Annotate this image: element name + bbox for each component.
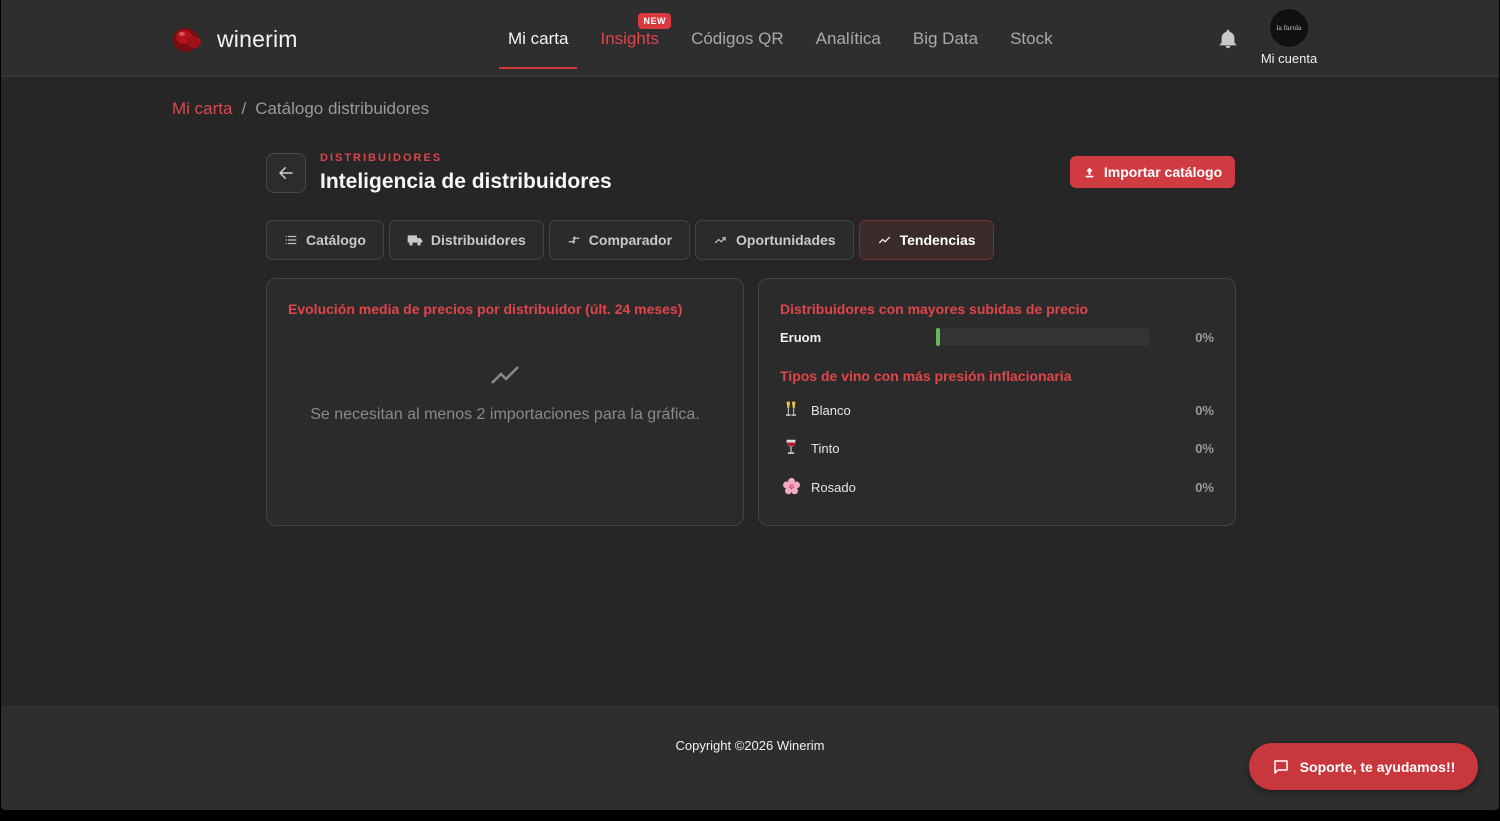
tab-tendencias[interactable]: Tendencias bbox=[858, 220, 994, 260]
price-increases-card: Distribuidores con mayores subidas de pr… bbox=[758, 278, 1236, 526]
breadcrumb: Mi carta / Catálogo distribuidores bbox=[172, 99, 429, 119]
compare-arrows-icon bbox=[568, 236, 580, 244]
tab-distribuidores[interactable]: Distribuidores bbox=[388, 220, 544, 260]
support-label: Soporte, te ayudamos!! bbox=[1299, 758, 1456, 775]
breadcrumb-separator: / bbox=[241, 99, 247, 118]
list-icon bbox=[285, 235, 297, 245]
wine-glass-icon bbox=[782, 438, 802, 458]
tab-oportunidades[interactable]: Oportunidades bbox=[695, 220, 854, 260]
increase-bar bbox=[936, 328, 1150, 346]
nav-item-mi-carta[interactable]: Mi carta bbox=[499, 9, 578, 69]
app-window: winerim Mi carta NEW Insights Códigos QR… bbox=[1, 0, 1499, 810]
arrow-left-icon bbox=[279, 167, 293, 179]
nav-item-analitica[interactable]: Analítica bbox=[807, 9, 890, 69]
upload-icon bbox=[1085, 167, 1094, 177]
wine-type-row-tinto: Tinto 0% bbox=[780, 438, 1214, 460]
trend-line-icon bbox=[878, 236, 890, 244]
main-nav: Mi carta NEW Insights Códigos QR Analíti… bbox=[499, 0, 1076, 77]
account-label: Mi cuenta bbox=[1260, 51, 1318, 66]
tab-catalogo[interactable]: Catálogo bbox=[266, 220, 384, 260]
distributor-pct: 0% bbox=[1195, 330, 1214, 345]
price-evolution-title: Evolución media de precios por distribui… bbox=[288, 301, 683, 317]
nav-label: Mi carta bbox=[508, 28, 569, 48]
tab-comparador[interactable]: Comparador bbox=[548, 220, 691, 260]
new-badge: NEW bbox=[638, 12, 671, 29]
tab-label: Oportunidades bbox=[736, 232, 836, 248]
tab-label: Distribuidores bbox=[430, 232, 526, 248]
brand-logo[interactable]: winerim bbox=[171, 22, 298, 56]
tab-label: Catálogo bbox=[306, 232, 366, 248]
truck-icon bbox=[407, 235, 423, 246]
nav-item-insights[interactable]: NEW Insights bbox=[591, 9, 671, 69]
empty-chart-message: Se necesitan al menos 2 importaciones pa… bbox=[310, 406, 700, 423]
nav-label: Analítica bbox=[815, 28, 881, 48]
tab-bar: Catálogo Distribuidores Comparador Oport… bbox=[266, 220, 994, 260]
champagne-glasses-icon bbox=[782, 400, 802, 420]
page-title: Inteligencia de distribuidores bbox=[320, 170, 612, 193]
wine-heart-logo-icon bbox=[171, 22, 205, 56]
wine-type-name: Blanco bbox=[811, 403, 851, 418]
import-catalog-button[interactable]: Importar catálogo bbox=[1070, 156, 1235, 188]
bell-icon[interactable] bbox=[1217, 28, 1239, 50]
nav-label: Stock bbox=[1010, 28, 1053, 48]
increase-bar-fill bbox=[936, 328, 940, 346]
cherry-blossom-icon bbox=[782, 477, 802, 497]
avatar: la farola bbox=[1270, 9, 1308, 47]
wine-type-row-blanco: Blanco 0% bbox=[780, 400, 1214, 422]
back-button[interactable] bbox=[266, 153, 306, 193]
breadcrumb-current: Catálogo distribuidores bbox=[255, 99, 430, 118]
nav-label: Big Data bbox=[912, 28, 979, 48]
wine-type-pct: 0% bbox=[1195, 403, 1214, 418]
account-menu[interactable]: la farola Mi cuenta bbox=[1253, 9, 1325, 66]
distributor-row: Eruom 0% bbox=[780, 328, 1214, 348]
wine-type-pct: 0% bbox=[1195, 480, 1214, 495]
tab-label: Comparador bbox=[588, 232, 673, 248]
tab-label: Tendencias bbox=[899, 232, 976, 248]
support-chat-button[interactable]: Soporte, te ayudamos!! bbox=[1249, 743, 1478, 790]
nav-item-big-data[interactable]: Big Data bbox=[904, 9, 987, 69]
section-eyebrow: DISTRIBUIDORES bbox=[320, 152, 443, 164]
nav-label: Códigos QR bbox=[691, 28, 784, 48]
nav-item-codigos-qr[interactable]: Códigos QR bbox=[682, 9, 793, 69]
nav-label: Insights bbox=[600, 28, 660, 48]
wine-type-pct: 0% bbox=[1195, 441, 1214, 456]
chart-line-icon bbox=[491, 365, 519, 390]
chat-bubble-icon bbox=[1273, 759, 1288, 774]
nav-item-stock[interactable]: Stock bbox=[1001, 9, 1062, 69]
price-evolution-card: Evolución media de precios por distribui… bbox=[266, 278, 744, 526]
trending-up-icon bbox=[714, 237, 726, 244]
top-increases-title: Distribuidores con mayores subidas de pr… bbox=[780, 301, 1089, 317]
wine-type-row-rosado: Rosado 0% bbox=[780, 477, 1214, 499]
breadcrumb-link-mi-carta[interactable]: Mi carta bbox=[172, 99, 232, 119]
brand-name: winerim bbox=[217, 25, 298, 52]
distributor-name: Eruom bbox=[780, 330, 822, 345]
top-navbar: winerim Mi carta NEW Insights Códigos QR… bbox=[1, 0, 1499, 77]
avatar-text: la farola bbox=[1276, 24, 1302, 32]
wine-type-name: Rosado bbox=[811, 480, 856, 495]
wine-type-name: Tinto bbox=[811, 441, 840, 456]
import-catalog-label: Importar catálogo bbox=[1103, 164, 1223, 180]
wine-pressure-title: Tipos de vino con más presión inflaciona… bbox=[780, 368, 1072, 384]
